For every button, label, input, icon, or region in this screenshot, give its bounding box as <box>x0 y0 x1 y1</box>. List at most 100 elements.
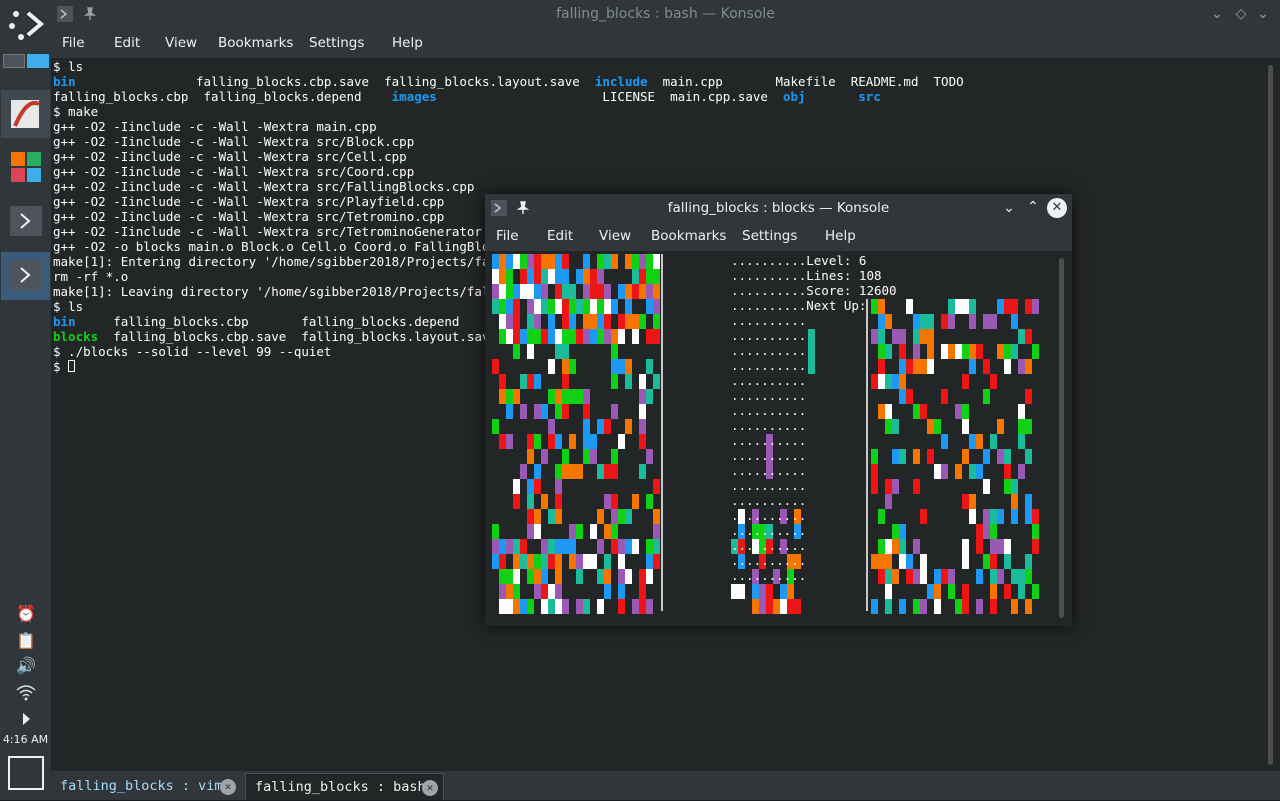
block-cell <box>590 269 597 284</box>
app-launcher-icon[interactable] <box>6 4 46 44</box>
block-cell <box>541 254 548 269</box>
block-cell <box>913 449 920 464</box>
menu-view[interactable]: View <box>165 35 197 51</box>
block-cell <box>562 464 569 479</box>
block-cell <box>625 314 632 329</box>
desktop-1[interactable] <box>3 54 25 68</box>
close-tab-icon[interactable]: ✕ <box>422 780 438 796</box>
task-app-grid[interactable] <box>1 144 50 192</box>
block-cell <box>773 599 780 614</box>
block-cell <box>555 344 562 359</box>
block-cell <box>899 524 906 539</box>
block-cell <box>562 404 569 419</box>
block-cell <box>983 524 990 539</box>
block-cell <box>541 569 548 584</box>
block-cell <box>913 479 920 494</box>
menu-help[interactable]: Help <box>825 228 856 244</box>
block-cell <box>990 374 997 389</box>
block-cell <box>646 449 653 464</box>
block-cell <box>597 509 604 524</box>
close-icon[interactable]: ✕ <box>1047 198 1067 218</box>
terminal-text: make[1]: Entering directory '/home/sgibb… <box>53 254 520 269</box>
block-cell <box>920 359 927 374</box>
menu-file[interactable]: File <box>496 228 519 244</box>
block-cell <box>653 329 660 344</box>
menu-settings[interactable]: Settings <box>309 35 364 51</box>
keep-above-icon[interactable]: ◇ <box>1232 5 1250 23</box>
task-konsole-2[interactable] <box>1 252 50 300</box>
menu-edit[interactable]: Edit <box>114 35 140 51</box>
hud-line: .......... <box>731 388 807 403</box>
block-cell <box>1004 479 1011 494</box>
block-cell <box>583 434 590 449</box>
menu-bookmarks[interactable]: Bookmarks <box>218 35 293 51</box>
menu-view[interactable]: View <box>599 228 631 244</box>
terminal-text: images <box>391 89 437 104</box>
task-konsole-1[interactable] <box>1 198 50 246</box>
block-cell <box>646 359 653 374</box>
scrollbar[interactable] <box>1055 251 1072 626</box>
clipboard-icon[interactable]: 📋 <box>14 629 38 653</box>
volume-icon[interactable]: 🔊 <box>14 654 38 678</box>
minimize-icon[interactable]: ⌄ <box>1000 199 1018 217</box>
maximize-icon[interactable]: ⌄ <box>1254 5 1272 23</box>
block-cell <box>541 329 548 344</box>
block-cell <box>597 569 604 584</box>
notifications-icon[interactable]: ⏰ <box>14 602 38 626</box>
block-cell <box>576 524 583 539</box>
clock[interactable]: 4:16 AM <box>0 733 51 746</box>
window-title: falling_blocks : bash — Konsole <box>556 6 775 22</box>
block-cell <box>1018 569 1025 584</box>
block-cell <box>520 254 527 269</box>
menu-help[interactable]: Help <box>392 35 423 51</box>
terminal-line: g++ -O2 -Iinclude -c -Wall -Wextra src/C… <box>53 149 1258 164</box>
block-cell <box>506 404 513 419</box>
block-cell <box>948 584 955 599</box>
menu-bookmarks[interactable]: Bookmarks <box>651 228 726 244</box>
block-cell <box>513 299 520 314</box>
scrollbar-thumb[interactable] <box>1059 258 1064 618</box>
block-cell <box>1004 299 1011 314</box>
block-cell <box>738 584 745 599</box>
block-cell <box>555 494 562 509</box>
title-bar[interactable]: falling_blocks : blocks — Konsole ⌄ ⌃ ✕ <box>485 194 1072 222</box>
title-bar[interactable]: falling_blocks : bash — Konsole ⌄ ◇ ⌄ <box>51 0 1280 29</box>
task-krita[interactable] <box>1 90 50 138</box>
tray-expand-icon[interactable] <box>14 707 38 731</box>
menu-edit[interactable]: Edit <box>547 228 573 244</box>
block-cell <box>527 524 534 539</box>
block-cell <box>583 554 590 569</box>
block-cell <box>948 344 955 359</box>
scrollbar[interactable] <box>1258 59 1280 770</box>
block-cell <box>590 434 597 449</box>
scrollbar-thumb[interactable] <box>1268 65 1273 765</box>
block-cell <box>639 284 646 299</box>
block-cell <box>576 329 583 344</box>
block-cell <box>632 269 639 284</box>
block-cell <box>506 599 513 614</box>
block-cell <box>555 284 562 299</box>
block-cell <box>562 329 569 344</box>
maximize-icon[interactable]: ⌃ <box>1024 198 1042 216</box>
show-desktop-button[interactable] <box>8 756 44 790</box>
close-tab-icon[interactable]: ✕ <box>220 779 236 795</box>
tab-vim[interactable]: falling_blocks : vim ✕ <box>51 773 244 800</box>
menu-file[interactable]: File <box>62 35 85 51</box>
desktop-2[interactable] <box>27 54 49 68</box>
plasma-panel: ⏰ 📋 🔊 4:16 AM <box>0 0 51 800</box>
block-cell <box>499 539 506 554</box>
minimize-icon[interactable]: ⌄ <box>1208 5 1226 23</box>
block-cell <box>534 299 541 314</box>
block-cell <box>492 359 499 374</box>
block-cell <box>513 344 520 359</box>
block-cell <box>583 404 590 419</box>
tab-bash[interactable]: falling_blocks : bash ✕ <box>245 773 444 800</box>
block-cell <box>604 464 611 479</box>
menu-settings[interactable]: Settings <box>742 228 797 244</box>
block-cell <box>555 404 562 419</box>
hud-line: .......... <box>731 343 807 358</box>
network-icon[interactable] <box>14 680 38 704</box>
game-terminal[interactable]: ..........Level: 6 ..........Lines: 108..… <box>485 251 1055 626</box>
block-cell <box>941 464 948 479</box>
virtual-desktop-pager[interactable] <box>3 54 49 68</box>
